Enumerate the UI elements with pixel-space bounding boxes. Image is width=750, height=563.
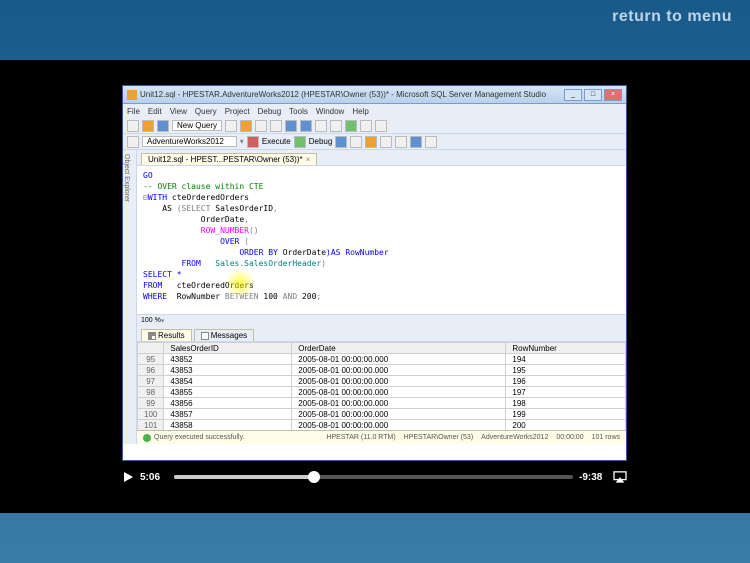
table-row[interactable]: 97438542005-08-01 00:00:00.000196	[138, 376, 626, 387]
menu-file[interactable]: File	[127, 107, 140, 116]
document-tabs: Unit12.sql - HPEST...PESTAR\Owner (53))*…	[137, 150, 626, 166]
col-header[interactable]: RowNumber	[506, 343, 626, 354]
toolbar-icon[interactable]	[380, 136, 392, 148]
menu-tools[interactable]: Tools	[289, 107, 308, 116]
new-project-icon[interactable]	[127, 120, 139, 132]
status-user: HPESTAR\Owner (53)	[404, 434, 474, 441]
open-icon[interactable]	[142, 120, 154, 132]
messages-tab[interactable]: Messages	[194, 329, 254, 341]
titlebar[interactable]: Unit12.sql - HPESTAR.AdventureWorks2012 …	[123, 86, 626, 104]
toolbar-icon[interactable]	[270, 120, 282, 132]
progress-fill	[174, 475, 314, 479]
minimize-button[interactable]: _	[564, 89, 582, 101]
status-db: AdventureWorks2012	[481, 434, 548, 441]
remaining-time: -9:38	[579, 472, 607, 483]
messages-icon	[201, 332, 209, 340]
menubar: File Edit View Query Project Debug Tools…	[123, 104, 626, 118]
menu-edit[interactable]: Edit	[148, 107, 162, 116]
toolbar-icon[interactable]	[365, 136, 377, 148]
debug-button[interactable]: Debug	[309, 137, 333, 146]
results-tab[interactable]: Results	[141, 329, 192, 341]
toolbar-icon[interactable]	[350, 136, 362, 148]
success-icon	[143, 434, 151, 442]
results-grid[interactable]: SalesOrderID OrderDate RowNumber 9543852…	[137, 342, 626, 430]
grid-icon	[148, 332, 156, 340]
table-row[interactable]: 98438552005-08-01 00:00:00.000197	[138, 387, 626, 398]
toolbar-icon[interactable]	[410, 136, 422, 148]
object-explorer-tab[interactable]: Object Explorer	[123, 150, 137, 444]
menu-help[interactable]: Help	[352, 107, 368, 116]
new-query-button[interactable]: New Query	[172, 120, 222, 131]
play-icon[interactable]	[345, 120, 357, 132]
table-row[interactable]: 100438572005-08-01 00:00:00.000199	[138, 409, 626, 420]
toolbar-icon[interactable]	[300, 120, 312, 132]
toolbar-icon[interactable]	[255, 120, 267, 132]
toolbar-icon[interactable]	[225, 120, 237, 132]
toolbar-icon[interactable]	[335, 136, 347, 148]
toolbar-icon[interactable]	[375, 120, 387, 132]
status-rows: 101 rows	[592, 434, 620, 441]
save-icon[interactable]	[157, 120, 169, 132]
menu-debug[interactable]: Debug	[258, 107, 282, 116]
progress-thumb[interactable]	[308, 471, 320, 483]
debug-icon[interactable]	[294, 136, 306, 148]
toolbar-icon[interactable]	[315, 120, 327, 132]
table-row[interactable]: 101438582005-08-01 00:00:00.000200	[138, 420, 626, 431]
database-selector[interactable]: AdventureWorks2012	[142, 136, 237, 147]
zoom-indicator[interactable]: 100 % ▾	[137, 314, 626, 326]
execute-icon[interactable]	[247, 136, 259, 148]
progress-track[interactable]	[174, 475, 573, 479]
app-icon	[127, 90, 137, 100]
table-row[interactable]: 95438522005-08-01 00:00:00.000194	[138, 354, 626, 365]
col-header[interactable]: OrderDate	[292, 343, 506, 354]
status-message: Query executed successfully.	[154, 434, 245, 441]
toolbar-icon[interactable]	[285, 120, 297, 132]
toolbar-icon[interactable]	[240, 120, 252, 132]
close-button[interactable]: ×	[604, 89, 622, 101]
tab-label: Unit12.sql - HPEST...PESTAR\Owner (53))*	[148, 155, 303, 164]
menu-query[interactable]: Query	[195, 107, 217, 116]
toolbar-icon[interactable]	[330, 120, 342, 132]
play-button[interactable]	[122, 471, 134, 483]
sql-editor[interactable]: GO -- OVER clause within CTE ⊟WITH cteOr…	[137, 166, 626, 314]
video-controls: 5:06 -9:38	[122, 467, 627, 487]
query-statusbar: Query executed successfully. HPESTAR (11…	[137, 430, 626, 444]
menu-window[interactable]: Window	[316, 107, 344, 116]
toolbar-standard: New Query	[123, 118, 626, 134]
elapsed-time: 5:06	[140, 472, 168, 483]
maximize-button[interactable]: □	[584, 89, 602, 101]
window-title: Unit12.sql - HPESTAR.AdventureWorks2012 …	[140, 90, 564, 99]
airplay-icon[interactable]	[613, 471, 627, 483]
table-row[interactable]: 96438532005-08-01 00:00:00.000195	[138, 365, 626, 376]
menu-project[interactable]: Project	[225, 107, 250, 116]
row-header	[138, 343, 164, 354]
return-to-menu-link[interactable]: return to menu	[612, 8, 732, 26]
results-tabs: Results Messages	[137, 326, 626, 342]
video-container: Unit12.sql - HPESTAR.AdventureWorks2012 …	[0, 60, 750, 513]
status-server: HPESTAR (11.0 RTM)	[326, 434, 395, 441]
document-tab[interactable]: Unit12.sql - HPEST...PESTAR\Owner (53))*…	[141, 153, 317, 165]
toolbar-icon[interactable]	[395, 136, 407, 148]
toolbar-icon[interactable]	[360, 120, 372, 132]
table-row[interactable]: 99438562005-08-01 00:00:00.000198	[138, 398, 626, 409]
status-time: 00:00:00	[556, 434, 583, 441]
toolbar-icon[interactable]	[127, 136, 139, 148]
ssms-window: Unit12.sql - HPESTAR.AdventureWorks2012 …	[122, 85, 627, 461]
tab-close-icon[interactable]: ×	[306, 155, 311, 164]
toolbar-sql: AdventureWorks2012 ▾ Execute Debug	[123, 134, 626, 150]
execute-button[interactable]: Execute	[262, 137, 291, 146]
col-header[interactable]: SalesOrderID	[164, 343, 292, 354]
menu-view[interactable]: View	[170, 107, 187, 116]
toolbar-icon[interactable]	[425, 136, 437, 148]
